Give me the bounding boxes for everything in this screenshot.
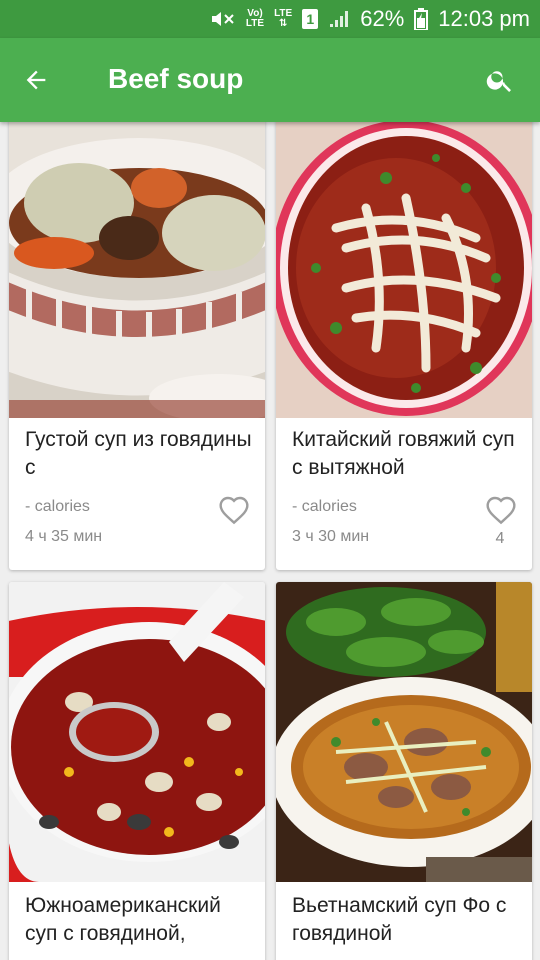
recipe-photo-bean-soup [9, 582, 265, 882]
recipe-photo-pho [276, 582, 532, 882]
volte-indicator: Vo) LTE [246, 9, 264, 29]
heart-outline-icon [219, 496, 249, 525]
heart-outline-icon [486, 496, 516, 525]
data-arrows-icon: ⇅ [278, 18, 288, 29]
recipe-name: Вьетнамский суп Фо с говядиной [292, 894, 507, 945]
likes-count: 4 [495, 530, 505, 547]
recipe-name: Китайский говяжий суп с вытяжной [292, 428, 515, 479]
recipe-calories: - calories [25, 498, 90, 515]
recipe-calories: - calories [292, 498, 357, 515]
status-bar: Vo) LTE LTE ⇅ 1 62% 12:03 pm [0, 0, 540, 38]
signal-icon [328, 9, 350, 29]
favorite-button[interactable] [484, 494, 518, 526]
recipe-grid: Густой суп из говядины с - calories 4 ч … [0, 122, 540, 960]
volte-bottom-label: LTE [245, 18, 265, 29]
clock: 12:03 pm [438, 6, 530, 31]
sim-slot-badge: 1 [302, 9, 319, 29]
recipe-name: Густой суп из говядины с [25, 428, 252, 479]
favorite-button[interactable] [217, 494, 251, 526]
page-title: Beef soup [108, 63, 244, 94]
battery-percent: 62% [360, 6, 405, 31]
recipe-photo-dumpling-stew [9, 122, 265, 418]
recipe-time: 3 ч 30 мин [292, 528, 370, 545]
arrow-back-icon [26, 70, 46, 90]
search-icon [486, 71, 511, 92]
network-indicator: LTE ⇅ [274, 9, 292, 29]
recipe-card[interactable]: Вьетнамский суп Фо с говядиной [276, 582, 532, 960]
search-button[interactable] [482, 62, 518, 98]
mute-icon [210, 9, 236, 29]
back-button[interactable] [18, 62, 54, 98]
recipe-time: 4 ч 35 мин [25, 528, 103, 545]
recipe-card[interactable]: Южноамериканский суп с говядиной, [9, 582, 265, 960]
recipe-card[interactable]: Китайский говяжий суп с вытяжной - calor… [276, 122, 532, 570]
recipe-name: Южноамериканский суп с говядиной, [25, 894, 221, 945]
battery-charging-icon [414, 8, 429, 30]
recipe-photo-noodle-soup [276, 122, 532, 418]
recipe-card[interactable]: Густой суп из говядины с - calories 4 ч … [9, 122, 265, 570]
app-bar: Beef soup [0, 38, 540, 122]
